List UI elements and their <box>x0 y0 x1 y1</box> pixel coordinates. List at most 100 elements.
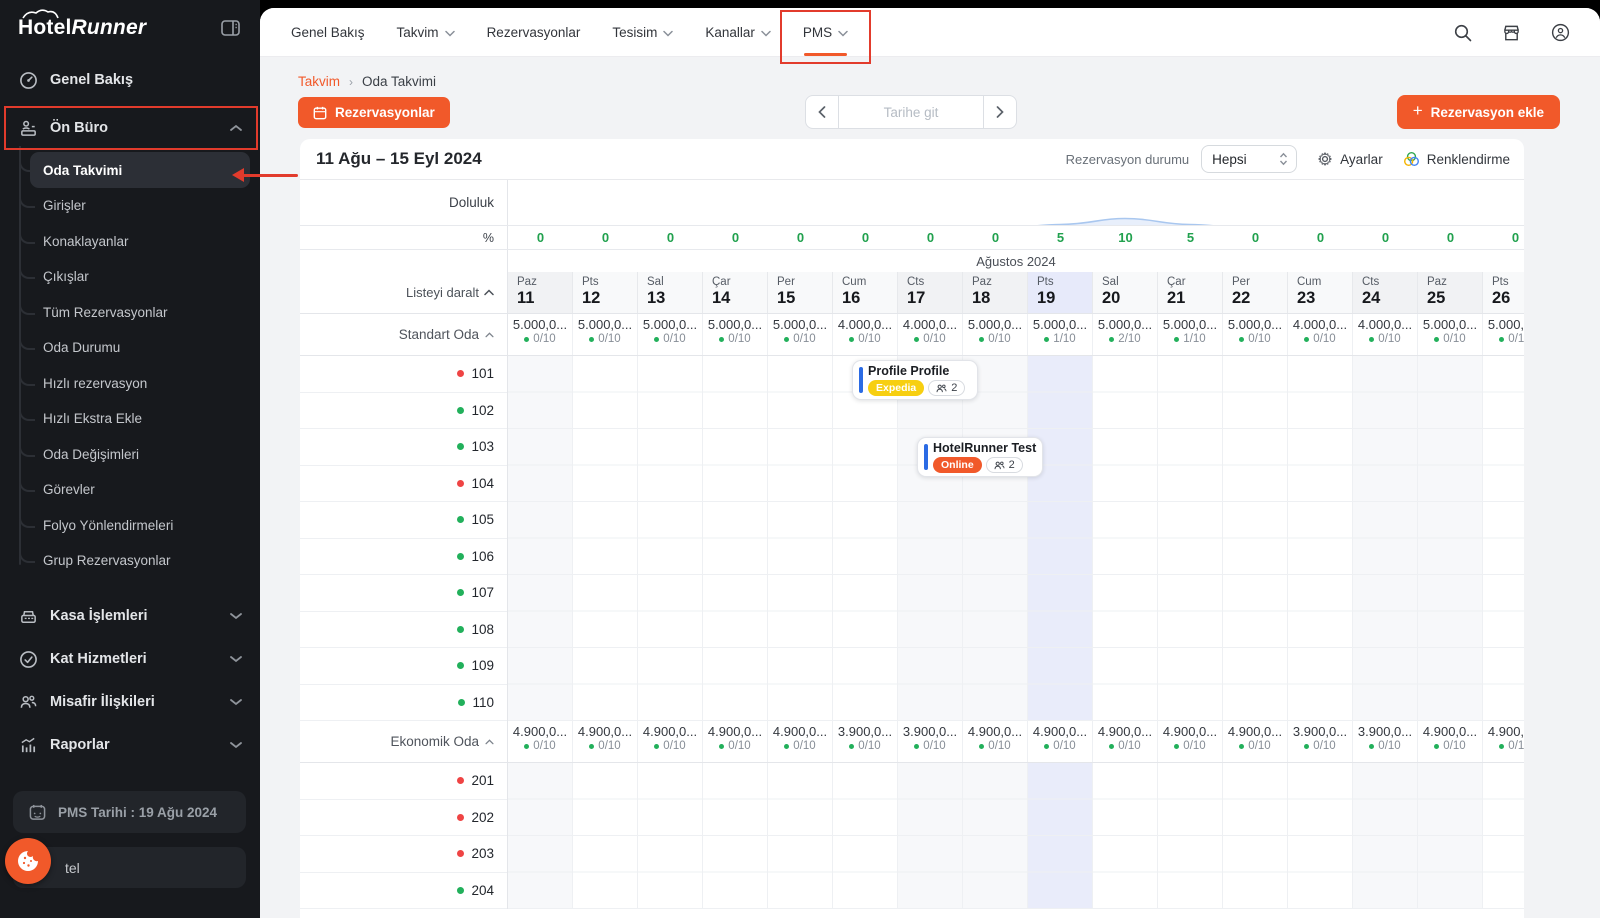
sidebar-subitem[interactable]: Hızlı Ekstra Ekle <box>0 401 260 437</box>
sidebar-item-misafir-iliskileri[interactable]: Misafir İlişkileri <box>0 681 260 724</box>
day-column[interactable] <box>1028 356 1093 721</box>
booking-card[interactable]: HotelRunner Test Online 2 <box>917 437 1043 477</box>
rate-cell[interactable]: 3.900,0... 0/10 <box>898 721 963 762</box>
day-header-cell[interactable]: Sal 20 <box>1093 272 1158 313</box>
rate-cell[interactable]: 4.000,0... 0/10 <box>833 314 898 355</box>
marketplace-icon[interactable] <box>1502 24 1521 42</box>
rate-cell[interactable]: 5.000,0... 0/10 <box>1418 314 1483 355</box>
day-column[interactable] <box>1353 356 1418 721</box>
room-label-row[interactable]: 204 <box>300 873 507 910</box>
rate-cell[interactable]: 4.900,0... 0/10 <box>1158 721 1223 762</box>
room-label-row[interactable]: 201 <box>300 763 507 800</box>
day-column[interactable] <box>1288 763 1353 909</box>
rate-cell[interactable]: 4.900,0... 0/10 <box>1483 721 1524 762</box>
sidebar-subitem[interactable]: Girişler <box>0 188 260 224</box>
rate-cell[interactable]: 3.900,0... 0/10 <box>1353 721 1418 762</box>
day-column[interactable] <box>1158 763 1223 909</box>
rate-cell[interactable]: 5.000,0... 2/10 <box>1093 314 1158 355</box>
day-header-cell[interactable]: Pts 26 <box>1483 272 1524 313</box>
rate-cell[interactable]: 4.000,0... 0/10 <box>1353 314 1418 355</box>
sidebar-subitem[interactable]: Çıkışlar <box>0 259 260 295</box>
rate-cell[interactable]: 3.900,0... 0/10 <box>1288 721 1353 762</box>
room-label-row[interactable]: 101 <box>300 356 507 393</box>
day-column[interactable] <box>898 763 963 909</box>
day-column[interactable] <box>1418 356 1483 721</box>
day-header-cell[interactable]: Cum 16 <box>833 272 898 313</box>
rate-cell[interactable]: 4.900,0... 0/10 <box>573 721 638 762</box>
day-column[interactable] <box>833 763 898 909</box>
reservation-status-select[interactable]: Hepsi <box>1201 145 1297 173</box>
sidebar-item-raporlar[interactable]: Raporlar <box>0 724 260 767</box>
day-column[interactable] <box>963 763 1028 909</box>
sidebar-item-kat-hizmetleri[interactable]: Kat Hizmetleri <box>0 638 260 681</box>
topnav-item[interactable]: Kanallar <box>692 8 790 56</box>
sidebar-item-genel-bakis[interactable]: Genel Bakış <box>0 60 260 100</box>
room-label-row[interactable]: 104 <box>300 466 507 503</box>
rate-cell[interactable]: 4.900,0... 0/10 <box>1093 721 1158 762</box>
day-header-cell[interactable]: Per 22 <box>1223 272 1288 313</box>
day-column[interactable] <box>1418 763 1483 909</box>
day-column[interactable] <box>1028 763 1093 909</box>
sidebar-subitem[interactable]: Görevler <box>0 472 260 508</box>
rate-cell[interactable]: 4.900,0... 0/10 <box>768 721 833 762</box>
day-column[interactable] <box>508 356 573 721</box>
day-column[interactable] <box>703 356 768 721</box>
rate-cell[interactable]: 5.000,0... 1/10 <box>1158 314 1223 355</box>
topnav-item[interactable]: Takvim <box>384 8 474 56</box>
day-header-cell[interactable]: Çar 14 <box>703 272 768 313</box>
sidebar-item-kasa-islemleri[interactable]: Kasa İşlemleri <box>0 595 260 638</box>
day-column[interactable] <box>638 356 703 721</box>
prev-date-button[interactable] <box>805 95 839 129</box>
day-header-cell[interactable]: Paz 11 <box>508 272 573 313</box>
rate-cell[interactable]: 4.900,0... 0/10 <box>1418 721 1483 762</box>
day-column[interactable] <box>1223 356 1288 721</box>
day-header-cell[interactable]: Çar 21 <box>1158 272 1223 313</box>
rate-cell[interactable]: 5.000,0... 0/10 <box>1223 314 1288 355</box>
rate-cell[interactable]: 5.000,0... 0/10 <box>638 314 703 355</box>
pms-date-button[interactable]: PMS Tarihi : 19 Ağu 2024 <box>13 791 246 833</box>
sidebar-subitem[interactable]: Oda Takvimi <box>30 152 250 188</box>
room-type-toggle-ekonomik[interactable]: Ekonomik Oda <box>300 721 508 762</box>
day-column[interactable] <box>898 356 963 721</box>
room-label-row[interactable]: 108 <box>300 612 507 649</box>
day-header-cell[interactable]: Cts 24 <box>1353 272 1418 313</box>
room-label-row[interactable]: 106 <box>300 539 507 576</box>
day-header-cell[interactable]: Paz 18 <box>963 272 1028 313</box>
room-type-toggle-standart[interactable]: Standart Oda <box>300 314 508 355</box>
room-label-row[interactable]: 103 <box>300 429 507 466</box>
hotelrunner-logo[interactable]: HotelRunner <box>18 16 146 40</box>
day-column[interactable] <box>508 763 573 909</box>
room-label-row[interactable]: 202 <box>300 800 507 837</box>
day-column[interactable] <box>963 356 1028 721</box>
room-label-row[interactable]: 109 <box>300 648 507 685</box>
rate-cell[interactable]: 4.900,0... 0/10 <box>703 721 768 762</box>
room-label-row[interactable]: 107 <box>300 575 507 612</box>
day-column[interactable] <box>1093 763 1158 909</box>
day-column[interactable] <box>573 356 638 721</box>
rate-cell[interactable]: 5.000,0... 1/10 <box>1028 314 1093 355</box>
sidebar-subitem[interactable]: Grup Rezervasyonlar <box>0 543 260 579</box>
rate-cell[interactable]: 4.900,0... 0/10 <box>1028 721 1093 762</box>
day-column[interactable] <box>1223 763 1288 909</box>
room-label-row[interactable]: 110 <box>300 685 507 722</box>
day-column[interactable] <box>1483 763 1524 909</box>
day-column[interactable] <box>1483 356 1524 721</box>
sidebar-subitem[interactable]: Konaklayanlar <box>0 224 260 260</box>
day-column[interactable] <box>833 356 898 721</box>
coloring-button[interactable]: Renklendirme <box>1403 151 1510 167</box>
day-column[interactable] <box>768 763 833 909</box>
breadcrumb-parent[interactable]: Takvim <box>298 74 340 89</box>
sidebar-subitem[interactable]: Oda Değişimleri <box>0 437 260 473</box>
rate-cell[interactable]: 5.000,0... 0/10 <box>508 314 573 355</box>
goto-date-input[interactable] <box>839 95 983 129</box>
rate-cell[interactable]: 4.900,0... 0/10 <box>963 721 1028 762</box>
cookie-settings-button[interactable] <box>5 838 51 884</box>
rate-cell[interactable]: 4.900,0... 0/10 <box>1223 721 1288 762</box>
room-label-row[interactable]: 203 <box>300 836 507 873</box>
day-column[interactable] <box>573 763 638 909</box>
rate-cell[interactable]: 5.000,0... 0/10 <box>573 314 638 355</box>
day-column[interactable] <box>1158 356 1223 721</box>
room-label-row[interactable]: 105 <box>300 502 507 539</box>
sidebar-subitem[interactable]: Tüm Rezervasyonlar <box>0 295 260 331</box>
sidebar-subitem[interactable]: Oda Durumu <box>0 330 260 366</box>
